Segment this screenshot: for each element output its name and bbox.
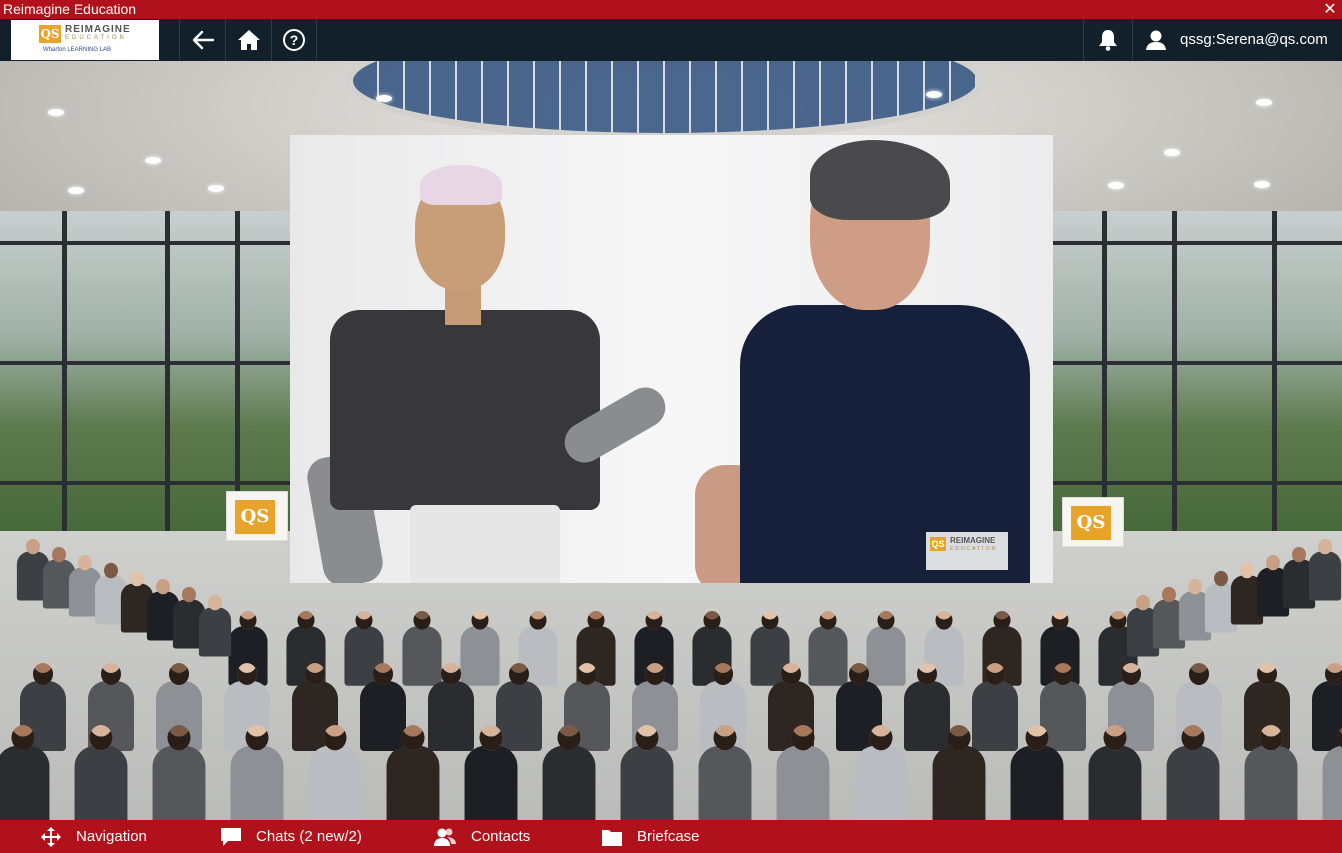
chats-button[interactable]: Chats (2 new/2) [220, 820, 362, 853]
briefcase-label: Briefcase [637, 828, 700, 845]
audience-member [1308, 538, 1342, 601]
bottom-toolbar: Navigation Chats (2 new/2) Contacts Brie… [0, 820, 1342, 853]
audience-member [0, 725, 50, 820]
audience-member [152, 725, 206, 820]
audience-member [428, 663, 474, 751]
top-navigation-bar: QS REIMAGINE EDUCATION Wharton LEARNING … [0, 19, 1342, 61]
ceiling-light [68, 187, 84, 194]
contacts-icon [434, 828, 456, 846]
home-button[interactable] [225, 19, 271, 61]
audience-member [402, 610, 442, 686]
ceiling-light [208, 185, 224, 192]
audience-member [542, 725, 596, 820]
ceiling-light [926, 91, 942, 98]
audience-member [74, 725, 128, 820]
bell-icon [1099, 30, 1117, 51]
audience-member [932, 725, 986, 820]
auditorium-scene: QS QS QS REIMAGINE EDUCATION [0, 61, 1342, 820]
qs-logo-left: QS [235, 500, 275, 534]
home-icon [237, 30, 260, 50]
audience-member [776, 725, 830, 820]
back-button[interactable] [179, 19, 225, 61]
robot-presenter [330, 310, 600, 510]
navigation-label: Navigation [76, 828, 147, 845]
audience-member [496, 663, 542, 751]
audience-member [464, 725, 518, 820]
ceiling-light [48, 109, 64, 116]
audience-member [1322, 725, 1342, 820]
audience-member [1088, 725, 1142, 820]
audience-member [460, 610, 500, 686]
window-title: Reimagine Education [3, 1, 137, 17]
audience-member [308, 725, 362, 820]
notifications-button[interactable] [1083, 19, 1133, 61]
audience-member [360, 663, 406, 751]
logo-qs-mark: QS [39, 25, 61, 43]
ceiling-light [1256, 99, 1272, 106]
audience-member [230, 725, 284, 820]
window-titlebar: Reimagine Education ✕ [0, 0, 1342, 19]
user-icon [1146, 30, 1166, 50]
audience-member [386, 725, 440, 820]
qs-booth-left: QS [226, 491, 288, 541]
svg-text:?: ? [290, 32, 299, 48]
ceiling-light [1108, 182, 1124, 189]
qs-logo-right: QS [1071, 506, 1111, 540]
close-icon[interactable]: ✕ [1321, 0, 1339, 19]
briefcase-button[interactable]: Briefcase [601, 820, 700, 853]
contacts-label: Contacts [471, 828, 531, 845]
audience-member [198, 594, 232, 657]
logo-brand-text: REIMAGINE [65, 24, 131, 35]
user-profile-button[interactable] [1134, 19, 1178, 61]
chats-label: Chats (2 new/2) [256, 828, 362, 845]
reimagine-education-logo[interactable]: QS REIMAGINE EDUCATION Wharton LEARNING … [11, 20, 159, 60]
user-email[interactable]: qssg:Serena@qs.com [1180, 19, 1328, 61]
help-button[interactable]: ? [271, 19, 317, 61]
audience-member [698, 725, 752, 820]
logo-sub-text: EDUCATION [65, 35, 127, 41]
qs-booth-right: QS [1062, 497, 1124, 547]
ceiling-light [376, 95, 392, 102]
video-watermark-logo: QS REIMAGINE EDUCATION [926, 532, 1008, 570]
contacts-button[interactable]: Contacts [433, 820, 530, 853]
presentation-video-screen[interactable]: QS REIMAGINE EDUCATION [290, 135, 1053, 583]
audience-member [904, 663, 950, 751]
back-arrow-icon [192, 30, 214, 50]
chat-icon [221, 827, 241, 846]
audience-member [854, 725, 908, 820]
help-icon: ? [283, 29, 305, 51]
audience-member [1244, 725, 1298, 820]
audience-member [866, 610, 906, 686]
audience-member [1010, 725, 1064, 820]
audience-member [972, 663, 1018, 751]
audience-member [620, 725, 674, 820]
audience-member [808, 610, 848, 686]
logo-tagline: Wharton LEARNING LAB [43, 47, 112, 53]
ceiling-light [1164, 149, 1180, 156]
navigation-button[interactable]: Navigation [40, 820, 147, 853]
move-icon [41, 826, 61, 847]
ceiling-light [1254, 181, 1270, 188]
audience-member [1166, 725, 1220, 820]
folder-icon [602, 829, 622, 846]
ceiling-light [145, 157, 161, 164]
